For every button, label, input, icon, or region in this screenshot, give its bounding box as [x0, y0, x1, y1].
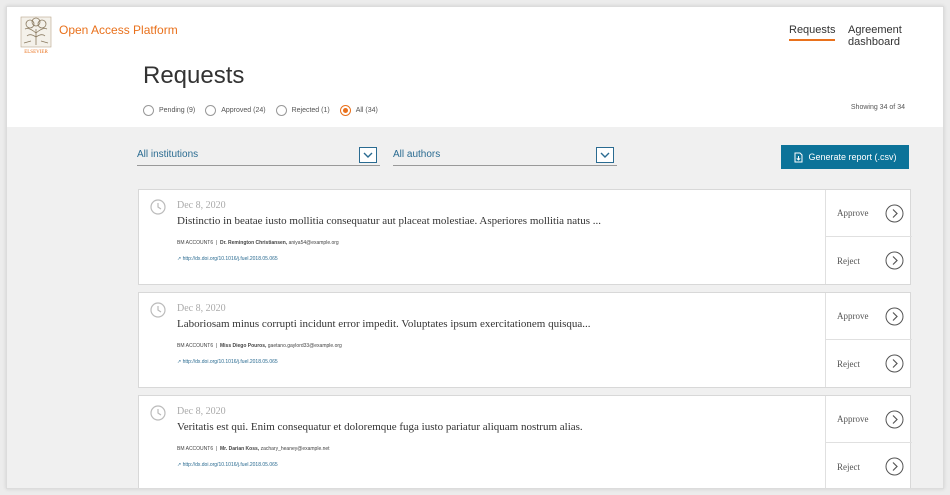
request-author: Miss Diego Pouros, — [219, 343, 267, 349]
chevron-right-circle-icon — [885, 354, 904, 373]
clock-icon — [150, 405, 166, 421]
filter-pending[interactable]: Pending (9) — [143, 104, 196, 116]
filter-rejected-label: Rejected (1) — [291, 106, 330, 114]
reject-label: Reject — [837, 358, 860, 369]
elsevier-logo-icon[interactable]: ELSEVIER — [19, 15, 53, 55]
request-card-body: Dec 8, 2020 Laboriosam minus corrupti in… — [139, 293, 825, 387]
request-actions: Approve Reject — [825, 396, 912, 488]
request-date: Dec 8, 2020 — [177, 200, 226, 211]
nav-agreement-dashboard[interactable]: Agreement dashboard — [848, 24, 943, 48]
approve-button[interactable]: Approve — [826, 190, 912, 237]
request-account: BM ACCOUNT6 — [177, 240, 214, 246]
download-report-icon — [794, 152, 803, 162]
request-card: Dec 8, 2020 Distinctio in beatae iusto m… — [138, 189, 912, 285]
chevron-down-icon[interactable] — [596, 146, 614, 163]
request-email: aniya54@example.org — [288, 240, 339, 246]
chevron-right-circle-icon — [885, 251, 904, 270]
request-author: Dr. Remington Christiansen, — [219, 240, 288, 246]
request-date: Dec 8, 2020 — [177, 406, 226, 417]
clock-icon — [150, 302, 166, 318]
filter-rejected[interactable]: Rejected (1) — [275, 104, 330, 116]
results-count: Showing 34 of 34 — [850, 104, 905, 111]
nav-requests[interactable]: Requests — [789, 24, 836, 41]
request-account: BM ACCOUNT6 — [177, 446, 214, 452]
reject-label: Reject — [837, 255, 860, 266]
approve-label: Approve — [837, 414, 869, 424]
chevron-down-icon[interactable] — [359, 146, 377, 163]
approve-label: Approve — [837, 311, 869, 321]
request-card: Dec 8, 2020 Laboriosam minus corrupti in… — [138, 292, 912, 388]
external-link-icon: ↗ — [177, 462, 182, 468]
request-meta: BM ACCOUNT6 | Miss Diego Pouros, gaetano… — [177, 343, 342, 349]
request-title[interactable]: Distinctio in beatae iusto mollitia cons… — [177, 215, 601, 227]
request-meta: BM ACCOUNT6 | Mr. Darian Koss, zachary_h… — [177, 446, 330, 452]
request-doi-link[interactable]: ↗ http://dx.doi.org/10.1016/j.fuel.2018.… — [177, 359, 278, 365]
external-link-icon: ↗ — [177, 256, 182, 262]
app-title[interactable]: Open Access Platform — [59, 23, 178, 37]
request-account: BM ACCOUNT6 — [177, 343, 214, 349]
radio-rejected[interactable] — [275, 104, 287, 116]
request-actions: Approve Reject — [825, 190, 912, 284]
chevron-right-circle-icon — [885, 410, 904, 429]
request-card-body: Dec 8, 2020 Distinctio in beatae iusto m… — [139, 190, 825, 284]
approve-label: Approve — [837, 208, 869, 218]
request-date: Dec 8, 2020 — [177, 303, 226, 314]
radio-pending[interactable] — [143, 104, 154, 116]
filter-all[interactable]: All (34) — [339, 104, 378, 116]
chevron-right-circle-icon — [885, 204, 904, 223]
radio-approved[interactable] — [205, 104, 217, 116]
filter-approved-label: Approved (24) — [221, 106, 266, 114]
request-doi-text: http://dx.doi.org/10.1016/j.fuel.2018.05… — [182, 256, 278, 262]
generate-report-button[interactable]: Generate report (.csv) — [781, 145, 909, 169]
chevron-right-circle-icon — [885, 457, 904, 476]
request-meta: BM ACCOUNT6 | Dr. Remington Christiansen… — [177, 240, 339, 246]
request-doi-text: http://dx.doi.org/10.1016/j.fuel.2018.05… — [182, 359, 278, 365]
clock-icon — [150, 199, 166, 215]
authors-select[interactable]: All authors — [393, 144, 617, 166]
external-link-icon: ↗ — [177, 359, 182, 365]
request-doi-text: http://dx.doi.org/10.1016/j.fuel.2018.05… — [182, 462, 278, 468]
request-card-body: Dec 8, 2020 Veritatis est qui. Enim cons… — [139, 396, 825, 488]
request-doi-link[interactable]: ↗ http://dx.doi.org/10.1016/j.fuel.2018.… — [177, 462, 278, 468]
authors-select-value: All authors — [393, 149, 441, 160]
request-title[interactable]: Veritatis est qui. Enim consequatur et d… — [177, 421, 583, 433]
request-author: Mr. Darian Koss, — [219, 446, 260, 452]
filter-all-label: All (34) — [355, 106, 378, 114]
header: ELSEVIER Open Access Platform Requests A… — [7, 7, 943, 127]
status-filter-group: Pending (9) Approved (24) Rejected (1) A… — [143, 103, 382, 117]
reject-button[interactable]: Reject — [826, 340, 912, 387]
request-email: zachary_heaney@example.net — [260, 446, 330, 452]
institutions-select-value: All institutions — [137, 149, 199, 160]
chevron-right-circle-icon — [885, 307, 904, 326]
page-title: Requests — [143, 62, 245, 89]
generate-report-label: Generate report (.csv) — [808, 152, 897, 162]
svg-text:ELSEVIER: ELSEVIER — [24, 50, 48, 55]
institutions-select[interactable]: All institutions — [137, 144, 380, 166]
request-doi-link[interactable]: ↗ http://dx.doi.org/10.1016/j.fuel.2018.… — [177, 256, 278, 262]
approve-button[interactable]: Approve — [826, 293, 912, 340]
app-window: ELSEVIER Open Access Platform Requests A… — [6, 6, 944, 489]
request-card: Dec 8, 2020 Veritatis est qui. Enim cons… — [138, 395, 912, 488]
filter-pending-label: Pending (9) — [159, 106, 196, 114]
reject-button[interactable]: Reject — [826, 237, 912, 284]
radio-all[interactable] — [339, 104, 351, 116]
filter-approved[interactable]: Approved (24) — [205, 104, 266, 116]
request-title[interactable]: Laboriosam minus corrupti incidunt error… — [177, 318, 591, 330]
reject-button[interactable]: Reject — [826, 443, 912, 488]
reject-label: Reject — [837, 461, 860, 472]
request-email: gaetano.gaylord33@example.org — [267, 343, 342, 349]
approve-button[interactable]: Approve — [826, 396, 912, 443]
request-actions: Approve Reject — [825, 293, 912, 387]
